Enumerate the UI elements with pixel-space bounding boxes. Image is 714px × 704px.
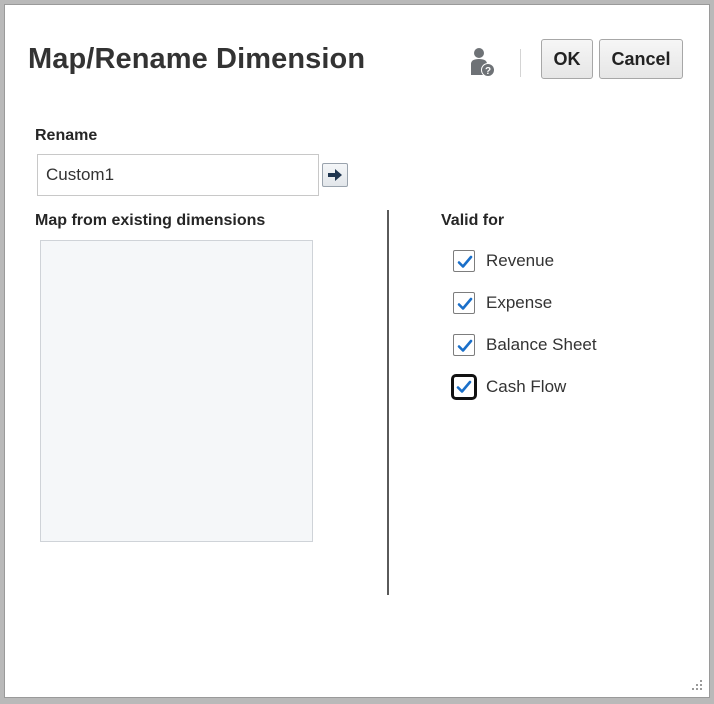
user-help-icon[interactable]: ? (469, 47, 497, 79)
cancel-button[interactable]: Cancel (599, 39, 683, 79)
balance-sheet-checkbox[interactable] (453, 334, 475, 356)
map-from-label: Map from existing dimensions (35, 212, 266, 229)
existing-dimensions-list[interactable] (40, 240, 313, 542)
checkmark-icon (457, 255, 473, 268)
rename-input[interactable] (37, 154, 319, 196)
section-divider (387, 210, 389, 595)
map-rename-dialog: Map/Rename Dimension ? OK Cancel Rename … (4, 4, 710, 698)
checkmark-icon (457, 339, 473, 352)
balance-sheet-label: Balance Sheet (486, 335, 597, 354)
arrow-right-icon (328, 169, 342, 181)
rename-label: Rename (35, 127, 98, 144)
ok-button[interactable]: OK (541, 39, 593, 79)
svg-text:?: ? (485, 66, 491, 77)
revenue-checkbox[interactable] (453, 250, 475, 272)
expense-checkbox[interactable] (453, 292, 475, 314)
revenue-label: Revenue (486, 251, 555, 270)
checkmark-icon (456, 380, 472, 393)
valid-for-label: Valid for (441, 212, 505, 229)
expense-label: Expense (486, 293, 553, 312)
toolbar-separator (520, 49, 521, 77)
resize-grip-icon[interactable] (689, 677, 703, 691)
dialog-title: Map/Rename Dimension (28, 43, 366, 75)
rename-go-button[interactable] (322, 163, 348, 187)
checkmark-icon (457, 297, 473, 310)
cash-flow-label: Cash Flow (486, 377, 567, 396)
cash-flow-checkbox[interactable] (451, 374, 477, 400)
